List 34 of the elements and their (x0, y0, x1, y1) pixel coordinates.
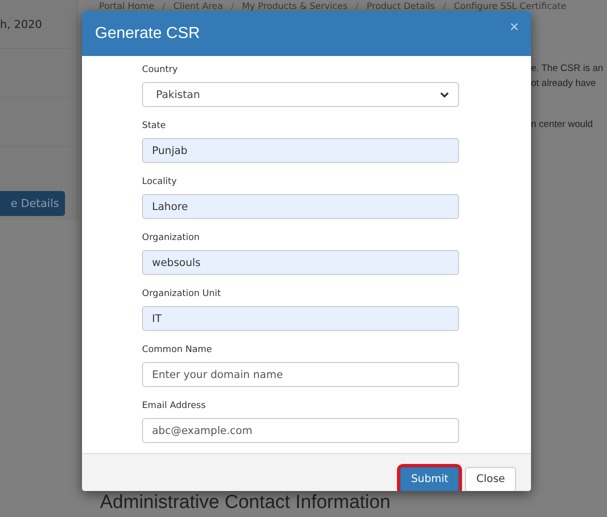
input-field[interactable]: websouls (142, 250, 459, 275)
section-heading: Administrative Contact Information (100, 492, 390, 514)
breadcrumb-link[interactable]: Product Details (366, 2, 435, 12)
input-field[interactable]: abc@example.com (142, 418, 459, 443)
date-text: h, 2020 (0, 18, 42, 30)
field-label: Common Name (142, 345, 213, 357)
field-label: Country (142, 65, 179, 77)
breadcrumb-link[interactable]: Client Area (173, 2, 223, 12)
field-label: State (142, 121, 167, 133)
dismiss-button[interactable]: Close (465, 466, 516, 491)
field-label: Organization (142, 233, 201, 245)
breadcrumb-separator: / (230, 2, 234, 12)
input-field[interactable]: Punjab (142, 138, 459, 163)
breadcrumb-separator: / (356, 2, 359, 12)
breadcrumb-link[interactable]: Portal Home (99, 2, 154, 12)
field-label: Organization Unit (142, 289, 222, 301)
description-text: e. The CSR is an (531, 62, 604, 76)
close-button[interactable]: × (510, 18, 519, 36)
breadcrumb-link[interactable]: My Products & Services (242, 2, 348, 12)
breadcrumb-separator: / (442, 2, 446, 12)
input-field[interactable]: Lahore (142, 194, 459, 219)
description-text: n center would (531, 118, 593, 132)
breadcrumb-link[interactable]: Configure SSL Certificate (454, 2, 566, 12)
breadcrumb-separator: / (162, 2, 166, 12)
field-label: Locality (142, 177, 178, 189)
details-button[interactable]: e Details (0, 191, 65, 216)
description-text: ot already have (531, 77, 596, 91)
chevron-down-icon (440, 92, 449, 98)
input-field[interactable]: Enter your domain name (142, 362, 459, 387)
modal-title: Generate CSR (95, 24, 200, 42)
field-label: Email Address (142, 401, 207, 413)
submit-button[interactable]: Submit (400, 466, 460, 491)
input-field[interactable]: IT (142, 306, 459, 331)
country-select[interactable]: Pakistan (142, 82, 459, 107)
